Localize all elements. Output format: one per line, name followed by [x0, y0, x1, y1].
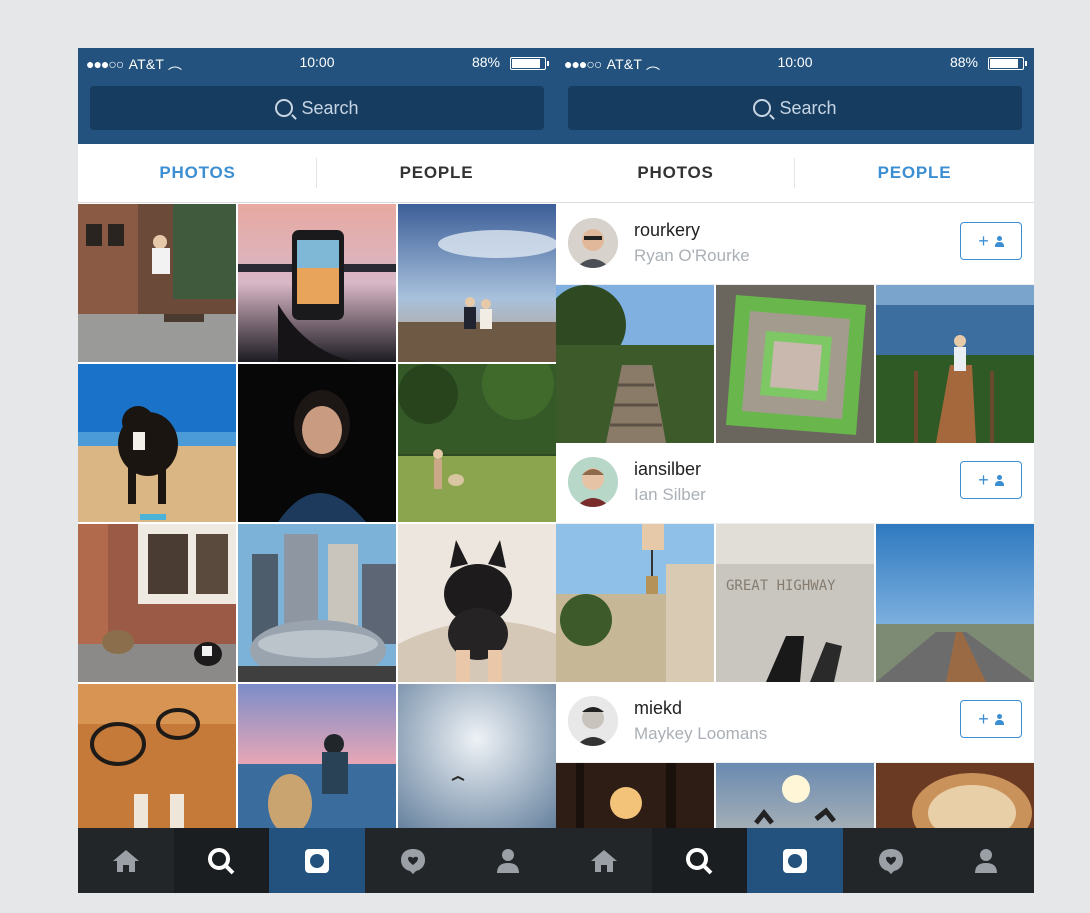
nav-camera[interactable] — [269, 828, 365, 893]
tab-photos[interactable]: PHOTOS — [556, 144, 795, 202]
nav-profile[interactable] — [460, 828, 556, 893]
photo-tile-woman-stairs-sea[interactable] — [876, 285, 1034, 443]
nav-home[interactable] — [78, 828, 174, 893]
username: miekd — [634, 698, 683, 718]
user-photo-strip: GREAT HIGHWAY — [556, 524, 1034, 682]
activity-heart-icon — [400, 848, 425, 874]
nav-camera[interactable] — [747, 828, 843, 893]
phone-screen-photos: ●●●○○ AT&T ︵ 10:00 88% Search PHOTOS PEO… — [78, 48, 556, 893]
user-row-rourkery[interactable]: rourkery Ryan O'Rourke + — [556, 204, 1034, 285]
search-placeholder: Search — [779, 97, 837, 118]
nav-home[interactable] — [556, 828, 652, 893]
battery-percent: 88% — [949, 54, 978, 70]
photo-tile-road-coast[interactable] — [876, 524, 1034, 682]
search-icon — [686, 847, 713, 874]
photo-tile-storefront-dogs[interactable] — [78, 524, 236, 682]
photo-grid — [78, 204, 556, 842]
search-input[interactable]: Search — [90, 86, 544, 130]
tab-people[interactable]: PEOPLE — [317, 144, 556, 202]
battery-icon — [510, 57, 549, 70]
photo-tile-skateboarder[interactable] — [78, 204, 236, 362]
photo-tile-portrait-woman[interactable] — [238, 364, 396, 522]
photo-tile-great-highway[interactable]: GREAT HIGHWAY — [716, 524, 874, 682]
tab-photos[interactable]: PHOTOS — [78, 144, 317, 202]
photo-tile-stairs[interactable] — [556, 285, 714, 443]
follow-button[interactable]: + — [960, 700, 1022, 738]
search-input[interactable]: Search — [568, 86, 1022, 130]
photo-tile-chicago-bean[interactable] — [238, 524, 396, 682]
username: rourkery — [634, 220, 701, 240]
photo-tile-phone-sunset[interactable] — [238, 204, 396, 362]
full-name: Maykey Loomans — [634, 724, 768, 743]
home-icon — [112, 849, 139, 872]
nav-activity[interactable] — [365, 828, 461, 893]
status-bar: ●●●○○ AT&T ︵ 10:00 88% — [78, 48, 556, 76]
avatar — [568, 218, 618, 268]
user-row-miekd[interactable]: miekd Maykey Loomans + — [556, 682, 1034, 763]
photo-tile-french-bulldog[interactable] — [398, 524, 556, 682]
avatar — [568, 696, 618, 746]
great-highway-text: GREAT HIGHWAY — [726, 578, 836, 594]
photo-tile-dog-beach[interactable] — [78, 364, 236, 522]
search-icon — [275, 99, 294, 117]
photo-tile-keys-street[interactable] — [556, 524, 714, 682]
search-header: Search — [556, 76, 1034, 144]
bottom-nav — [556, 828, 1034, 893]
person-icon — [994, 713, 1004, 725]
search-tabs: PHOTOS PEOPLE — [78, 144, 556, 203]
battery-percent: 88% — [471, 54, 500, 70]
avatar — [568, 457, 618, 507]
tab-divider — [794, 158, 795, 188]
search-placeholder: Search — [301, 97, 359, 118]
profile-icon — [497, 848, 520, 873]
nav-activity[interactable] — [843, 828, 939, 893]
bottom-nav — [78, 828, 556, 893]
username: iansilber — [634, 459, 702, 479]
camera-icon — [304, 848, 329, 873]
full-name: Ian Silber — [634, 485, 706, 504]
user-photo-strip — [556, 285, 1034, 443]
search-tabs: PHOTOS PEOPLE — [556, 144, 1034, 203]
nav-search[interactable] — [173, 828, 270, 893]
home-icon — [590, 849, 617, 872]
photo-tile-park-dog[interactable] — [398, 364, 556, 522]
person-icon — [994, 235, 1004, 247]
tab-people[interactable]: PEOPLE — [795, 144, 1034, 202]
photo-tile-girl-dog-sea[interactable] — [238, 684, 396, 842]
photo-tile-cables-floor[interactable] — [78, 684, 236, 842]
tab-divider — [316, 158, 317, 188]
photo-tile-green-frame[interactable] — [716, 285, 874, 443]
nav-search[interactable] — [651, 828, 748, 893]
follow-button[interactable]: + — [960, 461, 1022, 499]
search-icon — [753, 99, 772, 117]
battery-icon — [988, 57, 1027, 70]
nav-profile[interactable] — [938, 828, 1034, 893]
phone-screen-people: ●●●○○ AT&T ︵ 10:00 88% Search PHOTOS PEO… — [556, 48, 1034, 893]
activity-heart-icon — [878, 848, 903, 874]
person-icon — [994, 474, 1004, 486]
photo-tile-sky-bird[interactable] — [398, 684, 556, 842]
status-bar: ●●●○○ AT&T ︵ 10:00 88% — [556, 48, 1034, 76]
search-icon — [208, 847, 235, 874]
search-header: Search — [78, 76, 556, 144]
profile-icon — [975, 848, 998, 873]
screenshot-frame: ●●●○○ AT&T ︵ 10:00 88% Search PHOTOS PEO… — [78, 48, 1034, 893]
follow-button[interactable]: + — [960, 222, 1022, 260]
full-name: Ryan O'Rourke — [634, 246, 750, 265]
camera-icon — [782, 848, 807, 873]
photo-tile-canyon-couple[interactable] — [398, 204, 556, 362]
people-results: rourkery Ryan O'Rourke + iansilber Ian S… — [556, 204, 1034, 893]
user-row-iansilber[interactable]: iansilber Ian Silber + — [556, 443, 1034, 524]
